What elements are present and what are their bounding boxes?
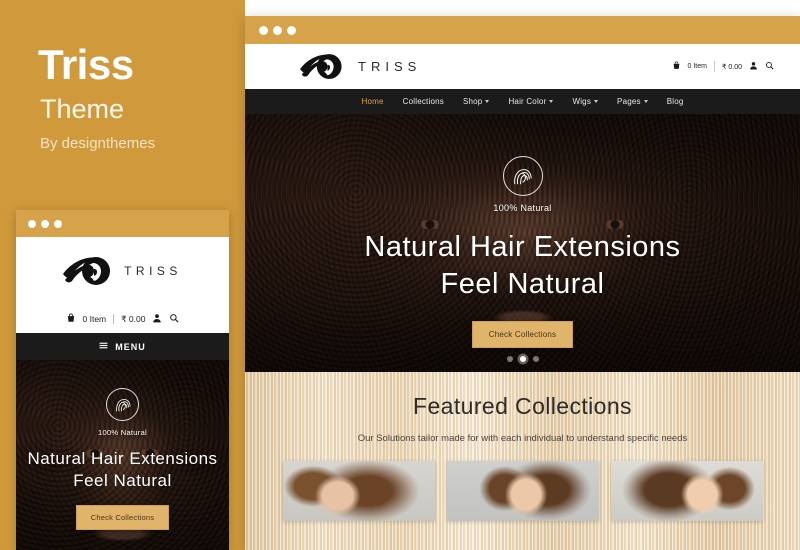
curly-hair-model-card[interactable] bbox=[282, 460, 435, 521]
desktop-brand-logo[interactable]: TRISS bbox=[300, 53, 421, 80]
promo-byline: By designthemes bbox=[40, 135, 156, 152]
card-portrait-image bbox=[446, 460, 599, 521]
nav-label: Blog bbox=[666, 97, 684, 106]
hero-slider-pagination bbox=[245, 356, 800, 362]
nav-label: Home bbox=[361, 97, 384, 106]
promo-title: Triss bbox=[38, 41, 134, 88]
desktop-window-chrome bbox=[245, 16, 800, 44]
desktop-cart-count[interactable]: 0 Item bbox=[688, 63, 707, 70]
utility-divider bbox=[713, 61, 715, 72]
nav-item-hair-color[interactable]: Hair Color bbox=[508, 97, 554, 106]
user-icon[interactable] bbox=[152, 313, 162, 325]
featured-collections-title: Featured Collections bbox=[413, 393, 632, 419]
card-portrait-image bbox=[282, 460, 435, 521]
desktop-brand-wordmark: TRISS bbox=[358, 59, 422, 74]
featured-collections-section: Featured Collections Our Solutions tailo… bbox=[245, 372, 800, 550]
desktop-main-navigation: Home Collections Shop Hair Color Wigs Pa… bbox=[245, 89, 800, 114]
mobile-site-header: TRISS bbox=[16, 237, 229, 305]
straight-hair-model-card[interactable] bbox=[446, 460, 599, 521]
natural-hair-badge-icon bbox=[106, 388, 139, 421]
nav-label: Collections bbox=[402, 97, 444, 106]
hero-headline-line1: Natural Hair Extensions bbox=[364, 231, 681, 263]
promo-subtitle: Theme bbox=[40, 94, 125, 124]
nav-label: Shop bbox=[462, 97, 483, 106]
mobile-check-collections-button[interactable]: Check Collections bbox=[75, 504, 170, 530]
promo-banner-stage: Triss Theme By designthemes TRISS 0 Item… bbox=[0, 0, 800, 550]
mobile-cart-total[interactable]: ₹ 0.00 bbox=[121, 314, 145, 325]
slider-dot-1[interactable] bbox=[506, 356, 513, 362]
window-dots-icon bbox=[259, 25, 296, 35]
window-dots-icon bbox=[28, 219, 62, 228]
mobile-menu-label[interactable]: MENU bbox=[115, 342, 146, 352]
nav-item-wigs[interactable]: Wigs bbox=[572, 97, 599, 106]
shopping-bag-icon[interactable] bbox=[66, 313, 76, 325]
mobile-cart-count[interactable]: 0 Item bbox=[83, 314, 107, 324]
wavy-hair-model-card[interactable] bbox=[610, 460, 763, 521]
card-portrait-image bbox=[610, 460, 763, 521]
desktop-utility-bar: 0 Item ₹ 0.00 bbox=[672, 61, 774, 72]
mobile-hero-slider: 100% Natural Natural Hair Extensions Fee… bbox=[16, 360, 229, 550]
search-icon[interactable] bbox=[765, 61, 774, 72]
nav-item-pages[interactable]: Pages bbox=[617, 97, 648, 106]
nav-label: Hair Color bbox=[508, 97, 547, 106]
hamburger-icon[interactable] bbox=[99, 341, 108, 352]
mobile-hero-headline-line1: Natural Hair Extensions bbox=[27, 449, 218, 468]
mobile-menu-toggle[interactable]: MENU bbox=[16, 333, 229, 360]
chevron-down-icon bbox=[594, 100, 599, 103]
mobile-hero-badge-label: 100% Natural bbox=[97, 428, 148, 437]
chevron-down-icon bbox=[485, 100, 490, 103]
hero-badge-label: 100% Natural bbox=[493, 203, 552, 213]
shopping-bag-icon[interactable] bbox=[672, 61, 681, 72]
desktop-site-header: TRISS 0 Item ₹ 0.00 bbox=[245, 44, 800, 89]
featured-collections-subtitle: Our Solutions tailor made for with each … bbox=[357, 433, 688, 444]
chevron-down-icon bbox=[643, 100, 648, 103]
mobile-mockup-window: TRISS 0 Item ₹ 0.00 MENU 100% Natural Na… bbox=[16, 210, 229, 550]
nav-item-collections[interactable]: Collections bbox=[403, 97, 444, 106]
hero-headline: Natural Hair Extensions Feel Natural bbox=[364, 229, 680, 303]
natural-hair-badge-icon bbox=[502, 156, 543, 196]
search-icon[interactable] bbox=[169, 313, 179, 325]
mobile-utility-bar: 0 Item ₹ 0.00 bbox=[16, 305, 229, 333]
utility-divider bbox=[113, 314, 115, 324]
chevron-down-icon bbox=[549, 100, 554, 103]
user-icon[interactable] bbox=[749, 61, 758, 72]
slider-dot-2-active[interactable] bbox=[519, 356, 526, 362]
desktop-hero-slider: 100% Natural Natural Hair Extensions Fee… bbox=[245, 114, 800, 372]
woman-hair-logo-icon bbox=[300, 53, 346, 80]
mobile-hero-headline-line2: Feel Natural bbox=[73, 470, 172, 490]
mobile-brand-wordmark: TRISS bbox=[124, 264, 182, 278]
mobile-window-chrome bbox=[16, 210, 229, 237]
check-collections-button[interactable]: Check Collections bbox=[471, 321, 574, 349]
woman-hair-logo-icon bbox=[63, 256, 115, 286]
nav-label: Pages bbox=[617, 97, 641, 106]
nav-label: Wigs bbox=[572, 97, 592, 106]
desktop-mockup-window: TRISS 0 Item ₹ 0.00 Home Collections Sho… bbox=[245, 16, 800, 550]
nav-item-home[interactable]: Home bbox=[361, 97, 383, 106]
nav-item-blog[interactable]: Blog bbox=[667, 97, 684, 106]
slider-dot-3[interactable] bbox=[532, 356, 539, 362]
desktop-cart-total[interactable]: ₹ 0.00 bbox=[722, 63, 742, 71]
hero-headline-line2: Feel Natural bbox=[440, 268, 605, 301]
nav-item-shop[interactable]: Shop bbox=[462, 97, 490, 106]
featured-collections-card-row bbox=[245, 460, 800, 521]
